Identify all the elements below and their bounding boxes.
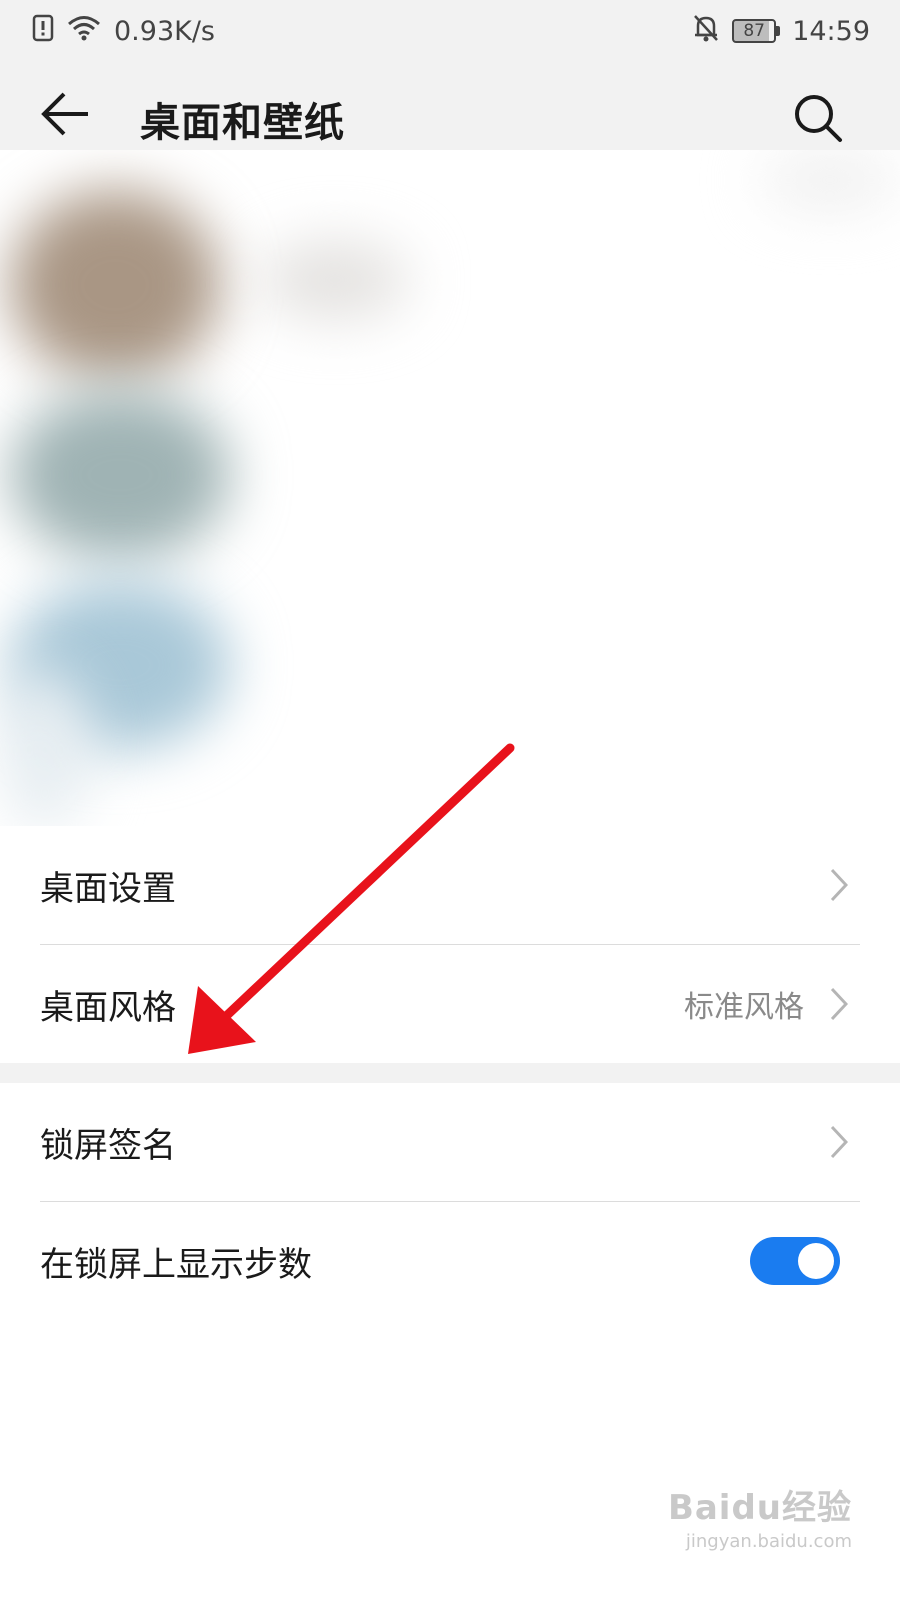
desktop-style-row[interactable]: 桌面风格 标准风格 — [0, 945, 900, 1063]
show-steps-row: 在锁屏上显示步数 — [0, 1202, 900, 1320]
watermark-logo: Baidu经验 — [667, 1488, 852, 1528]
clock: 14:59 — [792, 15, 870, 47]
page-title: 桌面和壁纸 — [140, 100, 345, 146]
lockscreen-signature-label: 锁屏签名 — [40, 1125, 176, 1166]
desktop-style-label: 桌面风格 — [40, 987, 176, 1028]
lockscreen-signature-row[interactable]: 锁屏签名 — [0, 1083, 900, 1201]
app-header: 桌面和壁纸 — [0, 62, 900, 150]
search-icon[interactable] — [792, 92, 844, 144]
baidu-watermark: Baidu经验 jingyan.baidu.com — [668, 1480, 852, 1552]
status-right: 87 14:59 — [692, 13, 870, 50]
preview-blur-3 — [10, 390, 230, 560]
wifi-icon — [66, 14, 102, 49]
chevron-right-icon — [830, 868, 848, 902]
desktop-style-value: 标准风格 — [684, 990, 804, 1025]
desktop-settings-label: 桌面设置 — [40, 868, 176, 909]
toggle-knob — [798, 1243, 834, 1279]
wallpaper-preview[interactable] — [0, 150, 900, 826]
group-separator — [0, 1063, 900, 1083]
settings-group-lockscreen: 锁屏签名 在锁屏上显示步数 — [0, 1083, 900, 1320]
status-bar: 0.93K/s 87 14:59 — [0, 0, 900, 62]
settings-list: 桌面设置 桌面风格 标准风格 锁屏签名 在锁屏上显示步数 — [0, 826, 900, 1320]
battery-icon: 87 — [732, 19, 781, 43]
chevron-right-icon — [830, 987, 848, 1021]
back-arrow-icon[interactable] — [40, 90, 92, 138]
status-left: 0.93K/s — [32, 14, 215, 49]
network-speed: 0.93K/s — [114, 15, 215, 47]
desktop-settings-row[interactable]: 桌面设置 — [0, 826, 900, 944]
preview-blur-5 — [0, 670, 90, 826]
watermark-url: jingyan.baidu.com — [685, 1531, 852, 1552]
sim-alert-icon — [32, 14, 54, 49]
battery-tip — [776, 26, 781, 36]
notification-off-icon — [692, 13, 720, 50]
preview-blur-6 — [760, 150, 900, 210]
chevron-right-icon — [830, 1125, 848, 1159]
preview-blur-2 — [260, 240, 410, 320]
show-steps-label: 在锁屏上显示步数 — [40, 1244, 312, 1285]
preview-blur-1 — [10, 190, 220, 380]
settings-group-desktop: 桌面设置 桌面风格 标准风格 — [0, 826, 900, 1063]
battery-level: 87 — [732, 19, 777, 43]
show-steps-toggle[interactable] — [750, 1237, 840, 1285]
